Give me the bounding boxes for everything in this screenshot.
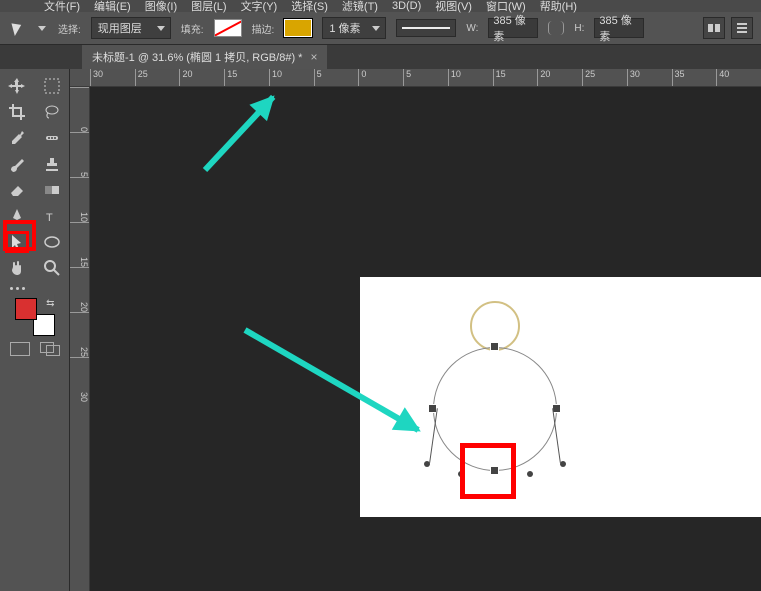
ruler-tick: 30 xyxy=(90,69,135,86)
color-swatches[interactable]: ⇆ xyxy=(15,298,55,336)
move-tool[interactable] xyxy=(5,75,29,97)
ruler-tick: 15 xyxy=(493,69,538,86)
canvas-area[interactable] xyxy=(90,87,761,591)
ruler-tick: 35 xyxy=(672,69,717,86)
anchor-point[interactable] xyxy=(491,343,498,350)
menu-layer[interactable]: 图层(L) xyxy=(191,0,226,14)
type-tool[interactable]: T xyxy=(40,205,64,227)
stroke-width-select[interactable]: 1 像素 xyxy=(322,17,386,39)
ruler-tick: 20 xyxy=(179,69,224,86)
menu-help[interactable]: 帮助(H) xyxy=(540,0,577,14)
stroke-swatch[interactable] xyxy=(284,19,312,37)
ruler-tick: 5 xyxy=(70,132,89,177)
document-title: 未标题-1 @ 31.6% (椭圆 1 拷贝, RGB/8#) * xyxy=(92,49,302,65)
document-tab-bar: 未标题-1 @ 31.6% (椭圆 1 拷贝, RGB/8#) * × xyxy=(0,45,761,69)
screenmode-icon[interactable] xyxy=(40,342,60,356)
quickmask-icon[interactable] xyxy=(10,342,30,356)
ruler-tick: 0 xyxy=(70,87,89,132)
marquee-tool[interactable] xyxy=(40,75,64,97)
handle-point[interactable] xyxy=(424,461,430,467)
ruler-tick: 30 xyxy=(627,69,672,86)
menu-3d[interactable]: 3D(D) xyxy=(392,0,421,12)
annotation-highlight-anchor xyxy=(460,443,516,499)
annotation-highlight-tool xyxy=(3,220,36,251)
ruler-tick: 15 xyxy=(70,222,89,267)
gradient-tool[interactable] xyxy=(40,179,64,201)
hand-tool[interactable] xyxy=(5,257,29,279)
healing-tool[interactable] xyxy=(40,127,64,149)
ruler-tick: 30 xyxy=(70,357,89,402)
foreground-color[interactable] xyxy=(15,298,37,320)
arrange-button[interactable] xyxy=(731,17,753,39)
artboard[interactable] xyxy=(360,277,761,517)
svg-text:T: T xyxy=(46,212,53,224)
menu-view[interactable]: 视图(V) xyxy=(435,0,472,14)
menu-edit[interactable]: 编辑(E) xyxy=(94,0,131,14)
height-label: H: xyxy=(574,23,584,34)
zoom-tool[interactable] xyxy=(40,257,64,279)
brush-tool[interactable] xyxy=(5,153,29,175)
menu-type[interactable]: 文字(Y) xyxy=(241,0,278,14)
ruler-tick: 25 xyxy=(582,69,627,86)
menu-image[interactable]: 图像(I) xyxy=(145,0,177,14)
crop-tool[interactable] xyxy=(5,101,29,123)
ruler-tick: 25 xyxy=(70,312,89,357)
shape-tool[interactable] xyxy=(40,231,64,253)
eyedropper-tool[interactable] xyxy=(5,127,29,149)
ruler-tick: 5 xyxy=(314,69,359,86)
swap-colors-icon[interactable]: ⇆ xyxy=(46,298,54,309)
width-field[interactable]: 385 像素 xyxy=(488,18,538,38)
anchor-point[interactable] xyxy=(553,405,560,412)
layer-mode-select[interactable]: 现用图层 xyxy=(91,17,171,39)
annotation-arrow xyxy=(203,95,276,172)
close-tab-icon[interactable]: × xyxy=(310,50,317,64)
ruler-tick: 25 xyxy=(135,69,180,86)
link-wh-icon[interactable] xyxy=(548,21,564,35)
fill-swatch[interactable] xyxy=(214,19,242,37)
path-selection-icon[interactable] xyxy=(8,19,26,37)
ruler-tick: 15 xyxy=(224,69,269,86)
menu-filter[interactable]: 滤镜(T) xyxy=(342,0,378,14)
align-button[interactable] xyxy=(703,17,725,39)
handle-point[interactable] xyxy=(527,471,533,477)
ruler-tick: 20 xyxy=(70,267,89,312)
ruler-tick: 40 xyxy=(716,69,761,86)
eraser-tool[interactable] xyxy=(5,179,29,201)
lasso-tool[interactable] xyxy=(40,101,64,123)
ruler-tick: 5 xyxy=(403,69,448,86)
horizontal-ruler[interactable]: 30 25 20 15 10 5 0 5 10 15 20 25 30 35 4… xyxy=(70,69,761,87)
handle-point[interactable] xyxy=(560,461,566,467)
stroke-label: 描边: xyxy=(252,21,275,36)
menu-select[interactable]: 选择(S) xyxy=(291,0,328,14)
fill-label: 填充: xyxy=(181,21,204,36)
vertical-ruler[interactable]: 0 5 10 15 20 25 30 xyxy=(70,87,90,591)
select-label: 选择: xyxy=(58,21,81,36)
ruler-tick: 10 xyxy=(448,69,493,86)
menu-file[interactable]: 文件(F) xyxy=(44,0,80,14)
ruler-tick: 10 xyxy=(269,69,314,86)
stamp-tool[interactable] xyxy=(40,153,64,175)
ruler-tick: 20 xyxy=(537,69,582,86)
height-field[interactable]: 385 像素 xyxy=(594,18,644,38)
expand-tools-icon[interactable] xyxy=(2,283,67,294)
tool-preset-dropdown[interactable] xyxy=(36,22,48,34)
stroke-style-preview[interactable] xyxy=(396,19,456,37)
tools-panel: T ⇆ xyxy=(0,69,70,591)
anchor-point[interactable] xyxy=(429,405,436,412)
document-tab[interactable]: 未标题-1 @ 31.6% (椭圆 1 拷贝, RGB/8#) * × xyxy=(82,45,327,69)
ruler-tick: 10 xyxy=(70,177,89,222)
width-label: W: xyxy=(466,23,478,34)
menu-bar: 文件(F) 编辑(E) 图像(I) 图层(L) 文字(Y) 选择(S) 滤镜(T… xyxy=(0,0,761,12)
ruler-tick: 0 xyxy=(358,69,403,86)
options-bar: 选择: 现用图层 填充: 描边: 1 像素 W: 385 像素 H: 385 像… xyxy=(0,12,761,45)
